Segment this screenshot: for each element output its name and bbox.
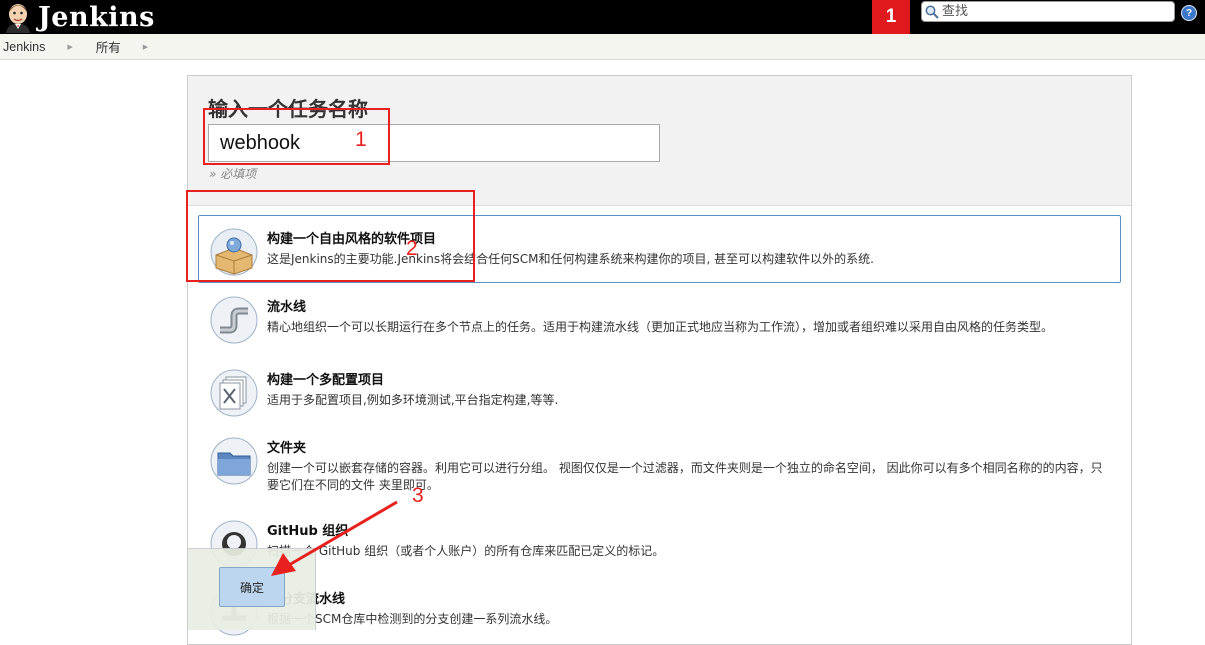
item-type-description: 根据一个SCM仓库中检测到的分支创建一系列流水线。: [267, 612, 558, 626]
pipeline-icon: [210, 296, 258, 344]
item-type-github-organization[interactable]: GitHub 组织 扫描一个 GitHub 组织（或者个人账户）的所有仓库来匹配…: [198, 507, 1121, 575]
item-type-name: 多分支流水线: [267, 588, 1110, 607]
item-type-multi-config[interactable]: 构建一个多配置项目 适用于多配置项目,例如多环境测试,平台指定构建,等等.: [198, 356, 1121, 424]
breadcrumb: Jenkins ▶ 所有 ▶: [0, 34, 1205, 60]
required-hint: » 必填项: [209, 167, 257, 181]
item-type-description: 创建一个可以嵌套存储的容器。利用它可以进行分组。 视图仅仅是一个过滤器，而文件夹…: [267, 461, 1103, 492]
folder-icon: [210, 437, 258, 485]
item-type-name: 文件夹: [267, 441, 307, 456]
breadcrumb-jenkins[interactable]: Jenkins: [0, 40, 45, 54]
chevron-right-icon[interactable]: ▶: [67, 43, 72, 51]
item-type-description: 适用于多配置项目,例如多环境测试,平台指定构建,等等.: [267, 393, 559, 407]
annotation-number-3: 3: [412, 484, 424, 507]
annotation-number-1: 1: [355, 128, 367, 151]
search-box[interactable]: [921, 1, 1175, 22]
item-type-name: 流水线: [267, 300, 307, 315]
chevron-right-icon[interactable]: ▶: [143, 43, 148, 51]
ok-button[interactable]: 确定: [219, 567, 285, 607]
annotation-number-2: 2: [406, 237, 418, 260]
jenkins-butler-icon: [6, 4, 30, 33]
item-type-pipeline[interactable]: 流水线 精心地组织一个可以长期运行在多个节点上的任务。适用于构建流水线（更加正式…: [198, 283, 1121, 356]
item-type-multibranch-pipeline[interactable]: 多分支流水线 根据一个SCM仓库中检测到的分支创建一系列流水线。: [198, 575, 1121, 643]
item-type-description: 扫描一个 GitHub 组织（或者个人账户）的所有仓库来匹配已定义的标记。: [267, 544, 665, 558]
jenkins-logo[interactable]: Jenkins: [2, 0, 155, 34]
help-icon[interactable]: ?: [1181, 5, 1197, 21]
search-icon: [925, 5, 939, 19]
item-type-folder[interactable]: 文件夹 创建一个可以嵌套存储的容器。利用它可以进行分组。 视图仅仅是一个过滤器，…: [198, 424, 1121, 507]
item-type-name: GitHub 组织: [267, 524, 349, 539]
top-header: Jenkins 1 ?: [0, 0, 1205, 34]
item-type-name: 构建一个多配置项目: [267, 373, 385, 388]
logo-text: Jenkins: [38, 1, 155, 33]
search-input[interactable]: [942, 4, 1162, 19]
notification-badge[interactable]: 1: [872, 0, 910, 34]
multi-config-project-icon: [210, 369, 258, 417]
item-type-description: 精心地组织一个可以长期运行在多个节点上的任务。适用于构建流水线（更加正式地应当称…: [267, 320, 1054, 334]
breadcrumb-all[interactable]: 所有: [93, 37, 121, 56]
annotation-box-2: [186, 190, 475, 282]
